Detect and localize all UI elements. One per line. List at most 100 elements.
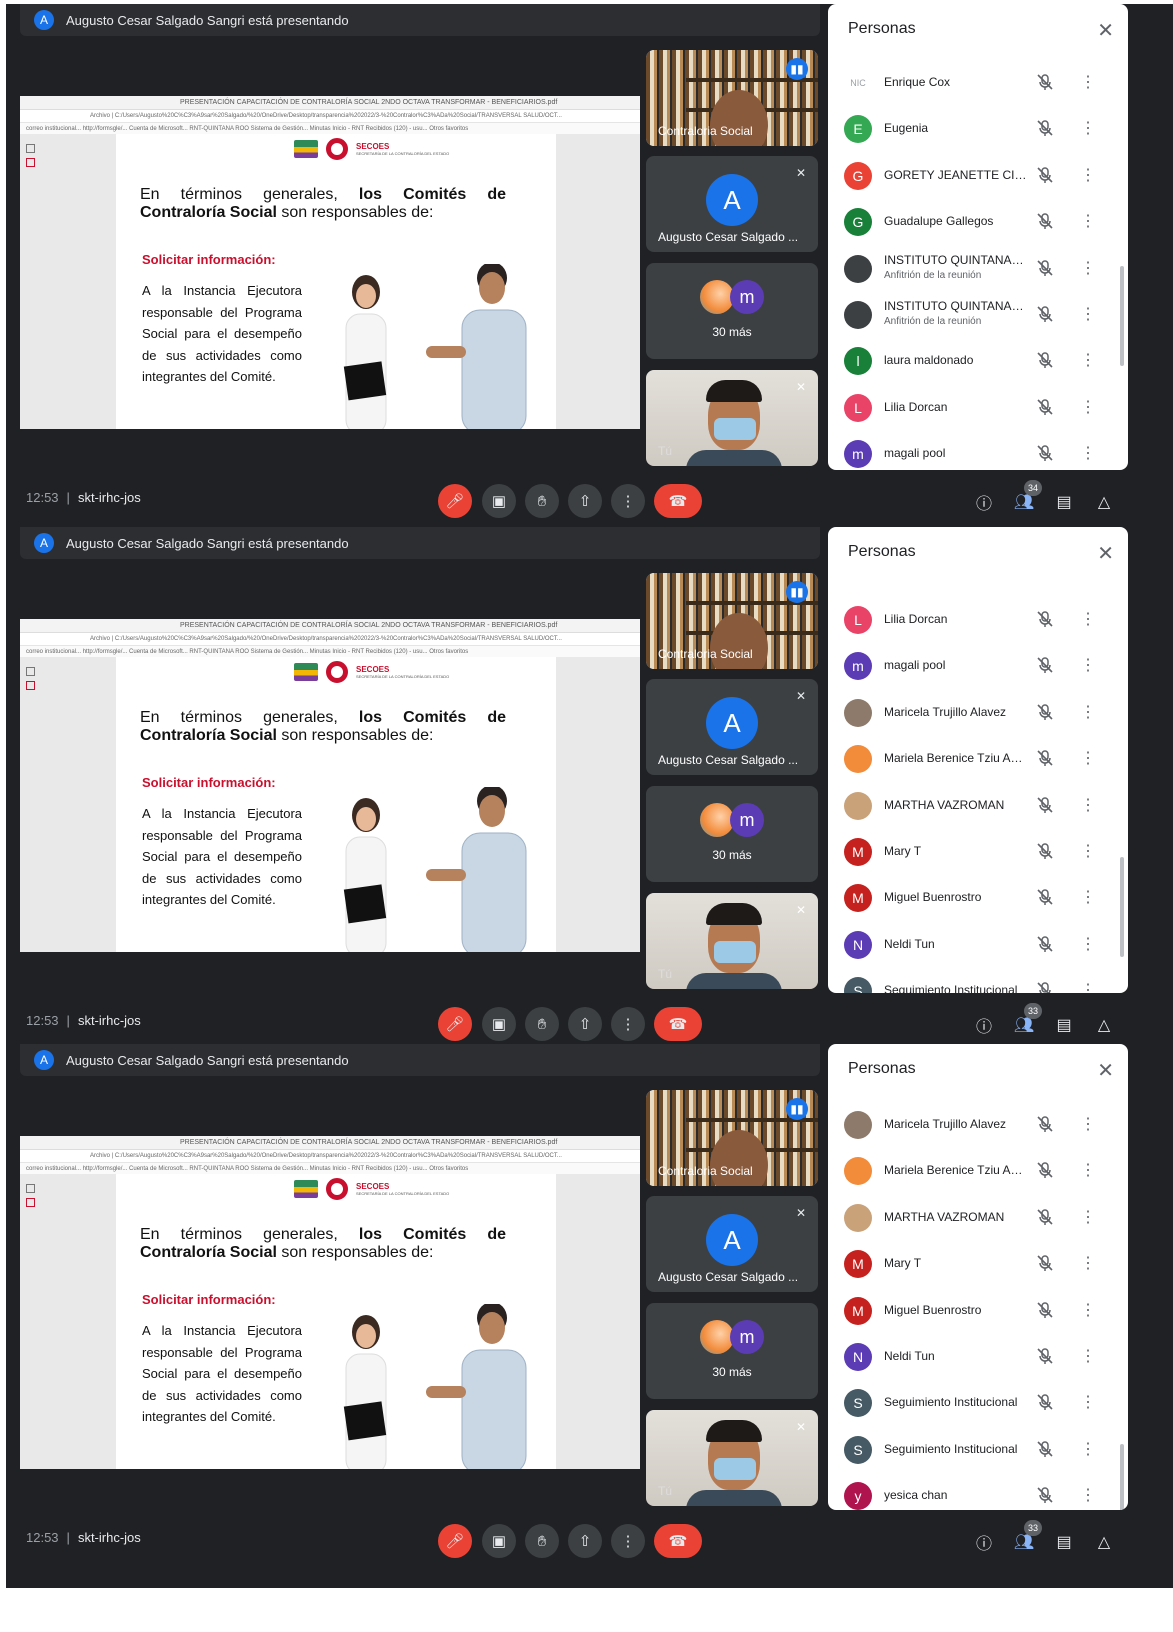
mic-off-icon[interactable] [1036, 842, 1054, 860]
participant-row[interactable]: NIC Enrique Cox ⋮ [828, 60, 1128, 106]
more-options-icon[interactable]: ⋮ [1080, 609, 1096, 629]
camera-icon[interactable]: ▣ [482, 1007, 516, 1041]
scrollbar[interactable] [1120, 1444, 1124, 1510]
tile-contraloria-social[interactable]: ▮▮ Contraloria Social [646, 573, 818, 669]
participant-row[interactable]: MARTHA VAZROMAN ⋮ [828, 1195, 1128, 1241]
participant-row[interactable]: Maricela Trujillo Alavez ⋮ [828, 1102, 1128, 1148]
more-options-icon[interactable]: ⋮ [1080, 1114, 1096, 1134]
end-call-icon[interactable]: ☎︎ [654, 1524, 702, 1558]
more-options-icon[interactable]: ⋮ [1080, 350, 1096, 370]
participant-row[interactable]: S Seguimiento Institucional ⋮ [828, 1427, 1128, 1473]
more-options-icon[interactable]: ⋮ [611, 1007, 645, 1041]
more-options-icon[interactable]: ⋮ [1080, 980, 1096, 993]
participant-row[interactable]: Mariela Berenice Tziu Agui... ⋮ [828, 1148, 1128, 1194]
participant-row[interactable]: l laura maldonado ⋮ [828, 338, 1128, 384]
tile-augusto[interactable]: ✕ A Augusto Cesar Salgado ... [646, 679, 818, 775]
mic-off-icon[interactable] [1036, 259, 1054, 277]
participant-row[interactable]: L Lilia Dorcan ⋮ [828, 597, 1128, 643]
mic-off-icon[interactable] [1036, 1208, 1054, 1226]
mic-off-icon[interactable] [1036, 935, 1054, 953]
mic-off-icon[interactable] [1036, 749, 1054, 767]
end-call-icon[interactable]: ☎︎ [654, 484, 702, 518]
present-icon[interactable]: ⇧ [568, 484, 602, 518]
chat-icon[interactable]: ▤ [1052, 1013, 1076, 1037]
mic-off-icon[interactable] [1036, 1440, 1054, 1458]
camera-icon[interactable]: ▣ [482, 484, 516, 518]
more-options-icon[interactable]: ⋮ [1080, 443, 1096, 463]
mic-off-icon[interactable]: 🎤︎ [438, 484, 472, 518]
mic-off-icon[interactable] [1036, 1347, 1054, 1365]
close-icon[interactable]: ✕ [1097, 18, 1114, 43]
participant-row[interactable]: INSTITUTO QUINTANARR... Anfitrión de la r… [828, 246, 1128, 292]
tile-augusto[interactable]: ✕ A Augusto Cesar Salgado ... [646, 1196, 818, 1292]
mic-off-icon[interactable] [1036, 1486, 1054, 1504]
mic-off-icon[interactable] [1036, 703, 1054, 721]
tile-contraloria-social[interactable]: ▮▮ Contraloria Social [646, 1090, 818, 1186]
more-options-icon[interactable]: ⋮ [1080, 118, 1096, 138]
more-options-icon[interactable]: ⋮ [1080, 1346, 1096, 1366]
participant-row[interactable]: m magali pool ⋮ [828, 431, 1128, 470]
participant-row[interactable]: INSTITUTO QUINTANARR... Anfitrión de la r… [828, 292, 1128, 338]
mic-off-icon[interactable] [1036, 444, 1054, 462]
more-options-icon[interactable]: ⋮ [1080, 258, 1096, 278]
raise-hand-icon[interactable]: ✋︎ [525, 1007, 559, 1041]
more-options-icon[interactable]: ⋮ [1080, 702, 1096, 722]
participant-row[interactable]: L Lilia Dorcan ⋮ [828, 385, 1128, 431]
raise-hand-icon[interactable]: ✋︎ [525, 1524, 559, 1558]
mic-off-icon[interactable] [1036, 73, 1054, 91]
close-icon[interactable]: ✕ [1097, 1058, 1114, 1083]
more-options-icon[interactable]: ⋮ [1080, 841, 1096, 861]
activities-icon[interactable]: △ [1092, 1530, 1116, 1554]
participant-row[interactable]: MARTHA VAZROMAN ⋮ [828, 783, 1128, 829]
mic-off-icon[interactable] [1036, 888, 1054, 906]
more-options-icon[interactable]: ⋮ [1080, 934, 1096, 954]
tile-self[interactable]: ✕ Tú [646, 370, 818, 466]
mic-off-icon[interactable] [1036, 166, 1054, 184]
participant-row[interactable]: M Mary T ⋮ [828, 829, 1128, 875]
more-options-icon[interactable]: ⋮ [1080, 1392, 1096, 1412]
end-call-icon[interactable]: ☎︎ [654, 1007, 702, 1041]
more-options-icon[interactable]: ⋮ [1080, 748, 1096, 768]
chat-icon[interactable]: ▤ [1052, 490, 1076, 514]
info-icon[interactable]: ⓘ [972, 1013, 996, 1037]
info-icon[interactable]: ⓘ [972, 1530, 996, 1554]
mic-off-icon[interactable] [1036, 981, 1054, 993]
mic-off-icon[interactable] [1036, 796, 1054, 814]
more-options-icon[interactable]: ⋮ [1080, 1253, 1096, 1273]
more-options-icon[interactable]: ⋮ [1080, 72, 1096, 92]
tile-self[interactable]: ✕ Tú [646, 1410, 818, 1506]
participant-row[interactable]: S Seguimiento Institucional ⋮ [828, 968, 1128, 993]
participant-row[interactable]: M Mary T ⋮ [828, 1241, 1128, 1287]
tile-more-participants[interactable]: m 30 más [646, 1303, 818, 1399]
tile-more-participants[interactable]: m 30 más [646, 786, 818, 882]
tile-contraloria-social[interactable]: ▮▮ Contraloria Social [646, 50, 818, 146]
more-options-icon[interactable]: ⋮ [1080, 887, 1096, 907]
more-options-icon[interactable]: ⋮ [1080, 397, 1096, 417]
present-icon[interactable]: ⇧ [568, 1524, 602, 1558]
participant-row[interactable]: y yesica chan ⋮ [828, 1473, 1128, 1510]
mic-off-icon[interactable] [1036, 1393, 1054, 1411]
close-icon[interactable]: ✕ [1097, 541, 1114, 566]
tile-more-participants[interactable]: m 30 más [646, 263, 818, 359]
mic-off-icon[interactable] [1036, 656, 1054, 674]
participant-row[interactable]: Mariela Berenice Tziu Agui... ⋮ [828, 736, 1128, 782]
mic-off-icon[interactable] [1036, 119, 1054, 137]
mic-off-icon[interactable] [1036, 1301, 1054, 1319]
mic-off-icon[interactable] [1036, 1161, 1054, 1179]
activities-icon[interactable]: △ [1092, 1013, 1116, 1037]
tile-self[interactable]: ✕ Tú [646, 893, 818, 989]
more-options-icon[interactable]: ⋮ [1080, 211, 1096, 231]
info-icon[interactable]: ⓘ [972, 490, 996, 514]
participant-row[interactable]: E Eugenia ⋮ [828, 106, 1128, 152]
participant-row[interactable]: G Guadalupe Gallegos ⋮ [828, 199, 1128, 245]
more-options-icon[interactable]: ⋮ [1080, 165, 1096, 185]
tile-augusto[interactable]: ✕ A Augusto Cesar Salgado ... [646, 156, 818, 252]
raise-hand-icon[interactable]: ✋︎ [525, 484, 559, 518]
scrollbar[interactable] [1120, 266, 1124, 366]
camera-icon[interactable]: ▣ [482, 1524, 516, 1558]
participant-row[interactable]: G GORETY JEANETTE CIME ... ⋮ [828, 153, 1128, 199]
participant-row[interactable]: N Neldi Tun ⋮ [828, 922, 1128, 968]
more-options-icon[interactable]: ⋮ [1080, 1160, 1096, 1180]
participant-list[interactable]: Maricela Trujillo Alavez ⋮ Mariela Berenic… [828, 1044, 1128, 1510]
participant-row[interactable]: M Miguel Buenrostro ⋮ [828, 1288, 1128, 1334]
